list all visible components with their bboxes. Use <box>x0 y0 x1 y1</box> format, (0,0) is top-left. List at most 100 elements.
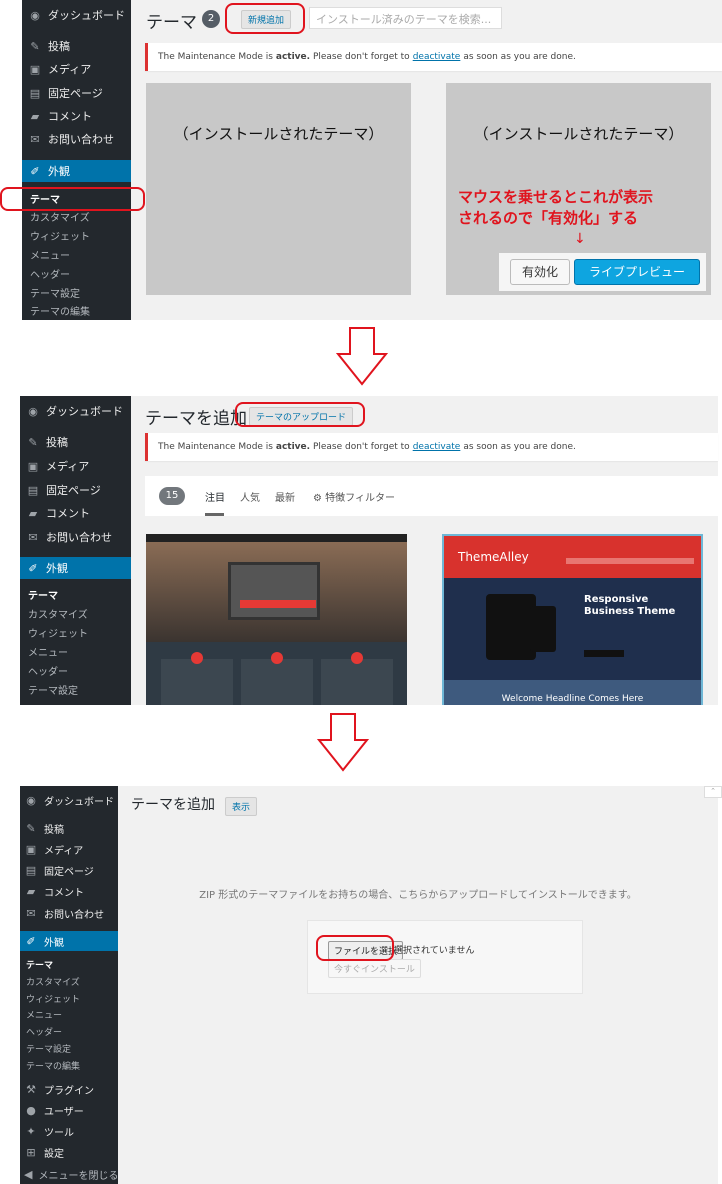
submenu-menus[interactable]: メニュー <box>22 247 131 262</box>
theme-card[interactable]: ThemeAlley Responsive Business Theme Wel… <box>442 534 703 705</box>
submenu-menus[interactable]: メニュー <box>20 1008 118 1021</box>
feature-filter[interactable]: ⚙ 特徴フィルター <box>313 489 395 504</box>
installed-theme-card[interactable]: （インストールされたテーマ） <box>146 83 411 295</box>
sidebar-item-dashboard[interactable]: ◉ ダッシュボード <box>20 792 118 808</box>
submenu-customize[interactable]: カスタマイズ <box>22 209 131 224</box>
sidebar-item-tools[interactable]: ✦ ツール <box>20 1123 118 1139</box>
device-mockup <box>486 594 536 660</box>
sidebar-item-appearance[interactable]: ✐ 外観 <box>20 931 118 951</box>
sidebar-item-contact[interactable]: ✉ お問い合わせ <box>20 905 118 921</box>
highlight-add-new <box>225 3 305 34</box>
theme2-button <box>584 650 624 657</box>
submenu-themes[interactable]: テーマ <box>20 958 118 971</box>
sidebar-item-posts[interactable]: ✎ 投稿 <box>20 820 118 836</box>
sidebar-item-posts[interactable]: ✎ 投稿 <box>20 434 131 450</box>
sidebar-item-pages[interactable]: ▤ 固定ページ <box>20 482 131 498</box>
feature-box <box>161 659 233 705</box>
dashboard-icon: ◉ <box>28 404 38 418</box>
panel-themes: ◉ ダッシュボード ✎ 投稿 ▣ メディア ▤ 固定ページ ▰ コメント ✉ お問い合わせ … <box>0 0 722 320</box>
theme-preview-nav <box>146 534 407 542</box>
tab-popular[interactable]: 人気 <box>240 489 260 504</box>
deactivate-link[interactable]: deactivate <box>413 52 461 62</box>
pin-icon: ✎ <box>28 435 38 449</box>
show-button[interactable]: 表示 <box>225 797 258 816</box>
submenu-widgets[interactable]: ウィジェット <box>20 992 118 1005</box>
page-title: テーマを追加 <box>145 409 247 429</box>
feature-box <box>241 659 313 705</box>
media-icon: ▣ <box>25 842 37 856</box>
admin-sidebar: ◉ ダッシュボード ✎ 投稿 ▣ メディア ▤ 固定ページ ▰ コメント ✉ お問い合わせ … <box>20 396 131 705</box>
brush-icon: ✐ <box>30 164 40 178</box>
down-arrow-icon <box>336 327 388 386</box>
sidebar-item-comments[interactable]: ▰ コメント <box>20 883 118 899</box>
sidebar-item-dashboard[interactable]: ◉ ダッシュボード <box>20 403 131 419</box>
submenu-widgets[interactable]: ウィジェット <box>20 625 131 640</box>
tab-featured[interactable]: 注目 <box>205 489 225 504</box>
annotation-arrow: ↓ <box>574 231 586 247</box>
submenu-theme-settings[interactable]: テーマ設定 <box>20 682 131 697</box>
page-title: テーマ <box>146 13 197 33</box>
submenu-theme-editor[interactable]: テーマの編集 <box>22 303 131 318</box>
submenu-customize[interactable]: カスタマイズ <box>20 975 118 988</box>
dashboard-icon: ◉ <box>26 793 36 807</box>
submenu-theme-settings[interactable]: テーマ設定 <box>20 1042 118 1055</box>
collapse-icon: ◀ <box>24 1167 33 1181</box>
submenu-menus[interactable]: メニュー <box>20 644 131 659</box>
install-now-button[interactable]: 今すぐインストール <box>328 959 421 978</box>
sidebar-item-media[interactable]: ▣ メディア <box>20 458 131 474</box>
sidebar-item-comments[interactable]: ▰ コメント <box>22 108 131 124</box>
themealley-logo: ThemeAlley <box>458 550 529 564</box>
feature-icon <box>351 652 363 664</box>
installed-theme-card[interactable]: （インストールされたテーマ） マウスを乗せるとこれが表示 されるので「有効化」す… <box>446 83 711 295</box>
sidebar-item-contact[interactable]: ✉ お問い合わせ <box>22 131 131 147</box>
page-title: テーマを追加 <box>131 797 215 813</box>
sidebar-item-dashboard[interactable]: ◉ ダッシュボード <box>22 7 131 23</box>
maintenance-notice: The Maintenance Mode is active. Please d… <box>145 433 718 461</box>
sidebar-item-pages[interactable]: ▤ 固定ページ <box>22 85 131 101</box>
comment-icon: ▰ <box>26 884 36 898</box>
add-theme-content: テーマを追加 テーマのアップロード The Maintenance Mode i… <box>131 396 718 705</box>
live-preview-button[interactable]: ライブプレビュー <box>574 259 700 285</box>
theme-count-badge: 2 <box>202 10 220 28</box>
sidebar-item-contact[interactable]: ✉ お問い合わせ <box>20 529 131 545</box>
mail-icon: ✉ <box>30 132 40 146</box>
media-icon: ▣ <box>27 459 39 473</box>
sidebar-item-media[interactable]: ▣ メディア <box>22 61 131 77</box>
theme-search-input[interactable]: インストール済みのテーマを検索... <box>309 7 502 29</box>
gear-icon: ⚙ <box>313 493 322 504</box>
filter-bar: 15 注目 人気 最新 ⚙ 特徴フィルター <box>145 476 718 516</box>
laptop-image <box>228 562 320 620</box>
submenu-customize[interactable]: カスタマイズ <box>20 606 131 621</box>
submenu-themes[interactable]: テーマ <box>20 587 131 602</box>
sidebar-item-settings[interactable]: ⊞ 設定 <box>20 1144 118 1160</box>
submenu-theme-editor[interactable]: テーマの編集 <box>20 1059 118 1072</box>
submenu-widgets[interactable]: ウィジェット <box>22 228 131 243</box>
sidebar-item-pages[interactable]: ▤ 固定ページ <box>20 862 118 878</box>
feature-icon <box>271 652 283 664</box>
submenu-header[interactable]: ヘッダー <box>22 266 131 281</box>
scroll-corner: ⌃ <box>704 786 722 798</box>
sidebar-item-users[interactable]: ● ユーザー <box>20 1102 118 1118</box>
sidebar-item-plugins[interactable]: ⚒ プラグイン <box>20 1081 118 1097</box>
down-arrow-icon <box>317 713 369 772</box>
sidebar-item-appearance[interactable]: ✐ 外観 <box>22 160 131 182</box>
plugin-icon: ⚒ <box>26 1082 36 1096</box>
sidebar-item-comments[interactable]: ▰ コメント <box>20 505 131 521</box>
sidebar-item-posts[interactable]: ✎ 投稿 <box>22 38 131 54</box>
admin-sidebar: ◉ ダッシュボード ✎ 投稿 ▣ メディア ▤ 固定ページ ▰ コメント ✉ お問い合わせ … <box>22 0 131 320</box>
submenu-header[interactable]: ヘッダー <box>20 1025 118 1038</box>
dashboard-icon: ◉ <box>30 8 40 22</box>
themes-content: テーマ 2 新規追加 インストール済みのテーマを検索... The Mainte… <box>131 0 722 320</box>
theme-count-badge: 15 <box>159 487 185 505</box>
deactivate-link[interactable]: deactivate <box>413 442 461 452</box>
activate-button[interactable]: 有効化 <box>510 259 570 285</box>
collapse-menu-button[interactable]: ◀ メニューを閉じる <box>20 1166 118 1182</box>
highlight-upload <box>235 402 365 427</box>
sidebar-item-appearance[interactable]: ✐ 外観 <box>20 557 131 579</box>
upload-content: テーマを追加 表示 ZIP 形式のテーマファイルをお持ちの場合、こちらからアップ… <box>118 786 718 1184</box>
submenu-header[interactable]: ヘッダー <box>20 663 131 678</box>
tab-latest[interactable]: 最新 <box>275 489 295 504</box>
submenu-theme-settings[interactable]: テーマ設定 <box>22 285 131 300</box>
sidebar-item-media[interactable]: ▣ メディア <box>20 841 118 857</box>
theme-card[interactable] <box>146 534 407 705</box>
